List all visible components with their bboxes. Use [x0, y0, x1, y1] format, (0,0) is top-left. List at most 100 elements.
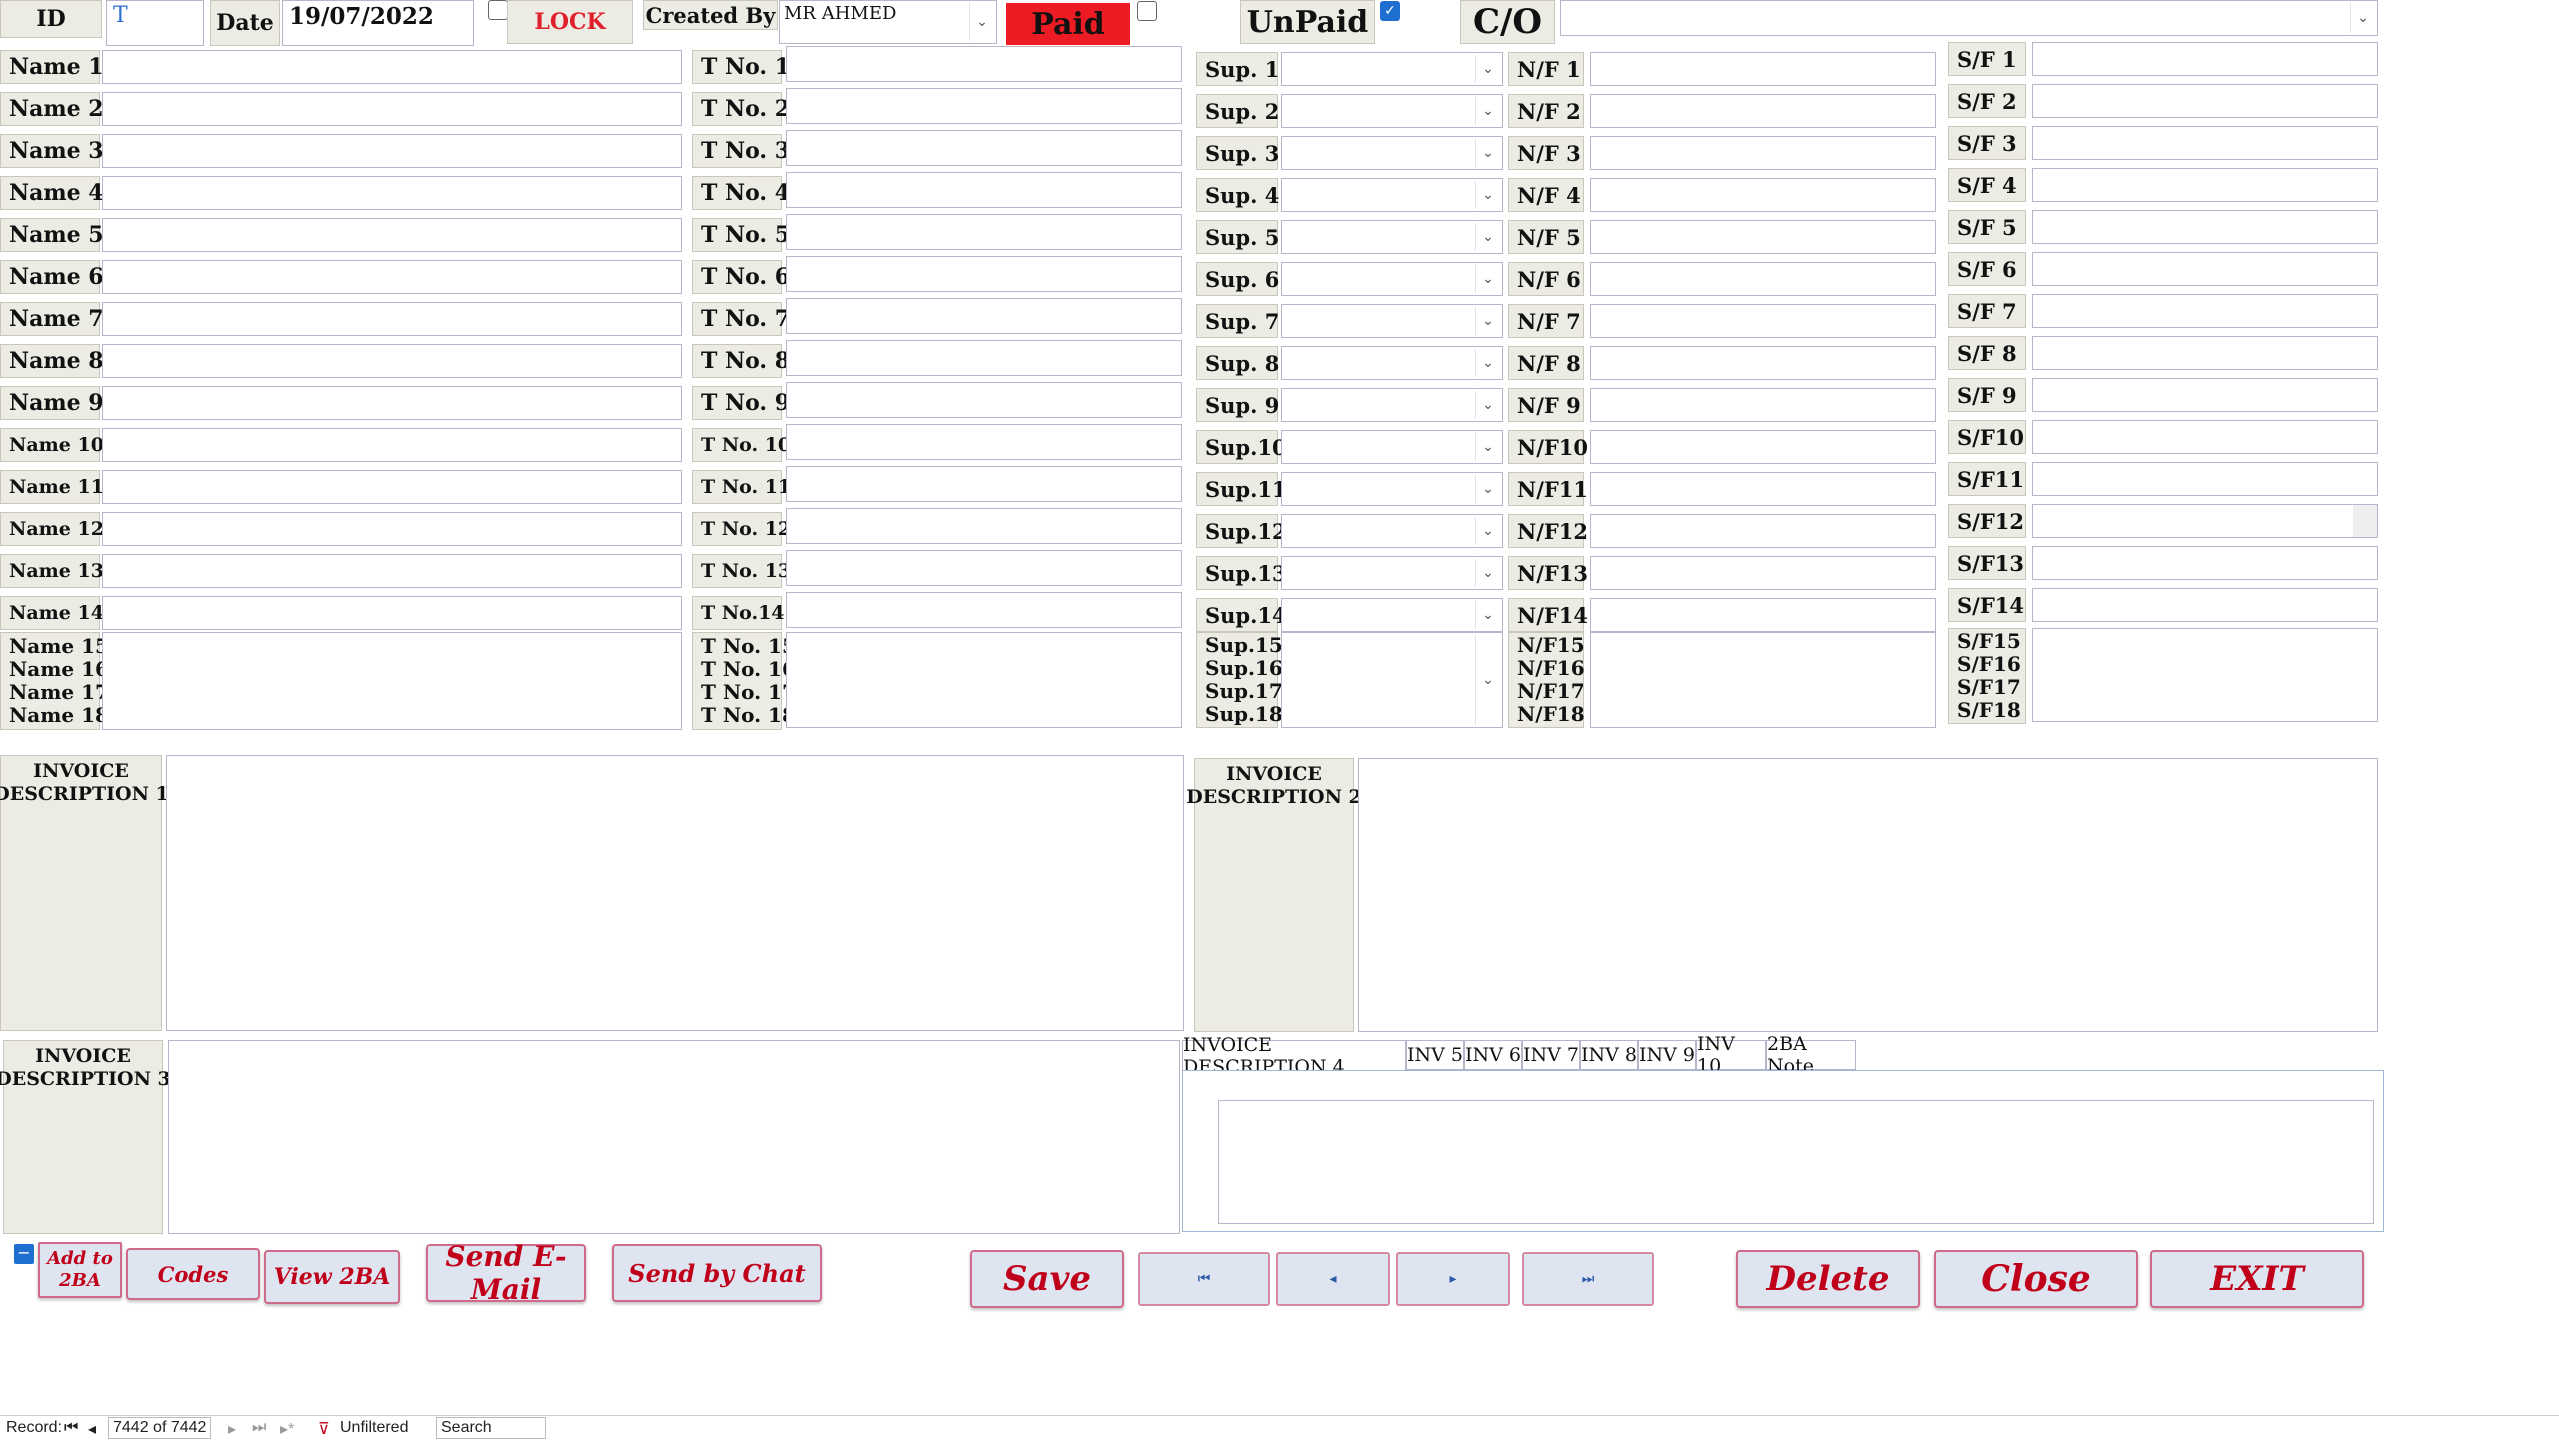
chevron-down-icon[interactable]: ⌄: [1475, 55, 1500, 83]
sup-combo-9[interactable]: ⌄: [1281, 388, 1503, 422]
sf-field-9[interactable]: [2032, 378, 2378, 412]
sup-combo-8[interactable]: ⌄: [1281, 346, 1503, 380]
sup-group-combo[interactable]: ⌄: [1281, 632, 1503, 728]
nf-field-3[interactable]: [1590, 136, 1936, 170]
tno-field-12[interactable]: [786, 508, 1182, 544]
chevron-down-icon[interactable]: ⌄: [1475, 559, 1500, 587]
name-field-4[interactable]: [102, 176, 682, 210]
sup-combo-13[interactable]: ⌄: [1281, 556, 1503, 590]
sf-field-8[interactable]: [2032, 336, 2378, 370]
name-field-5[interactable]: [102, 218, 682, 252]
tno-field-4[interactable]: [786, 172, 1182, 208]
tab-invoice-description-4[interactable]: INVOICE DESCRIPTION 4: [1182, 1034, 1406, 1078]
name-field-14[interactable]: [102, 596, 682, 630]
send-by-chat-button[interactable]: Send by Chat: [612, 1244, 822, 1302]
chevron-down-icon[interactable]: ⌄: [1475, 433, 1500, 461]
tab-2ba-note[interactable]: 2BA Note: [1766, 1033, 1856, 1077]
sf-field-12[interactable]: [2032, 504, 2378, 538]
unpaid-checkbox[interactable]: ✓: [1380, 1, 1400, 21]
tno-field-8[interactable]: [786, 340, 1182, 376]
delete-button[interactable]: Delete: [1736, 1250, 1920, 1308]
name-group-field[interactable]: [102, 632, 682, 730]
invoice-desc1-field[interactable]: [166, 755, 1184, 1031]
new-record-icon[interactable]: ▸*: [280, 1419, 294, 1439]
name-field-3[interactable]: [102, 134, 682, 168]
sup-combo-7[interactable]: ⌄: [1281, 304, 1503, 338]
nf-field-1[interactable]: [1590, 52, 1936, 86]
sup-combo-14[interactable]: ⌄: [1281, 598, 1503, 632]
chevron-down-icon[interactable]: ⌄: [1475, 635, 1500, 725]
record-counter[interactable]: 7442 of 7442: [108, 1417, 212, 1439]
sf-field-14[interactable]: [2032, 588, 2378, 622]
nf-field-4[interactable]: [1590, 178, 1936, 212]
chevron-down-icon[interactable]: ⌄: [1475, 307, 1500, 335]
name-field-11[interactable]: [102, 470, 682, 504]
chevron-down-icon[interactable]: ⌄: [1475, 181, 1500, 209]
sf-field-10[interactable]: [2032, 420, 2378, 454]
tno-field-7[interactable]: [786, 298, 1182, 334]
nf-field-14[interactable]: [1590, 598, 1936, 632]
tno-field-14[interactable]: [786, 592, 1182, 628]
filter-status[interactable]: Unfiltered: [340, 1419, 408, 1437]
paid-badge[interactable]: Paid: [1006, 3, 1130, 45]
nf-field-10[interactable]: [1590, 430, 1936, 464]
date-field[interactable]: 19/07/2022: [282, 0, 474, 46]
id-field[interactable]: T: [106, 0, 204, 46]
co-combo[interactable]: ⌄: [1560, 0, 2378, 36]
invoice-desc2-field[interactable]: [1358, 758, 2378, 1032]
tab-inv-5[interactable]: INV 5: [1406, 1040, 1464, 1070]
last-record-button[interactable]: ⏭: [1522, 1252, 1654, 1306]
sup-combo-2[interactable]: ⌄: [1281, 94, 1503, 128]
tno-field-2[interactable]: [786, 88, 1182, 124]
close-button[interactable]: Close: [1934, 1250, 2138, 1308]
name-field-7[interactable]: [102, 302, 682, 336]
sup-combo-10[interactable]: ⌄: [1281, 430, 1503, 464]
tab-inv-6[interactable]: INV 6: [1464, 1040, 1522, 1070]
sf-field-11[interactable]: [2032, 462, 2378, 496]
save-button[interactable]: Save: [970, 1250, 1124, 1308]
previous-record-button[interactable]: ◂: [1276, 1252, 1390, 1306]
invoice-desc4-field[interactable]: [1218, 1100, 2374, 1224]
tno-field-6[interactable]: [786, 256, 1182, 292]
last-record-icon[interactable]: ⏭: [252, 1419, 266, 1437]
nf-field-2[interactable]: [1590, 94, 1936, 128]
sup-combo-6[interactable]: ⌄: [1281, 262, 1503, 296]
chevron-down-icon[interactable]: ⌄: [1475, 97, 1500, 125]
send-email-button[interactable]: Send E-Mail: [426, 1240, 586, 1306]
tab-inv-8[interactable]: INV 8: [1580, 1040, 1638, 1070]
nf-field-7[interactable]: [1590, 304, 1936, 338]
chevron-down-icon[interactable]: ⌄: [1475, 475, 1500, 503]
nf-field-6[interactable]: [1590, 262, 1936, 296]
chevron-down-icon[interactable]: ⌄: [1475, 391, 1500, 419]
name-field-12[interactable]: [102, 512, 682, 546]
sf-field-7[interactable]: [2032, 294, 2378, 328]
tno-field-13[interactable]: [786, 550, 1182, 586]
created-by-combo[interactable]: MR AHMED ⌄: [779, 0, 997, 44]
tab-inv-7[interactable]: INV 7: [1522, 1040, 1580, 1070]
name-field-8[interactable]: [102, 344, 682, 378]
tab-inv-10[interactable]: INV 10: [1696, 1033, 1766, 1077]
sf-field-2[interactable]: [2032, 84, 2378, 118]
lock-button[interactable]: LOCK: [507, 0, 633, 44]
paid-checkbox[interactable]: [1137, 1, 1157, 21]
sup-combo-1[interactable]: ⌄: [1281, 52, 1503, 86]
nf-field-5[interactable]: [1590, 220, 1936, 254]
lock-checkbox[interactable]: [488, 0, 508, 20]
sf-group-field[interactable]: [2032, 628, 2378, 722]
tno-field-1[interactable]: [786, 46, 1182, 82]
sup-combo-12[interactable]: ⌄: [1281, 514, 1503, 548]
sf-field-1[interactable]: [2032, 42, 2378, 76]
chevron-down-icon[interactable]: ⌄: [1475, 139, 1500, 167]
exit-button[interactable]: EXIT: [2150, 1250, 2364, 1308]
tno-field-11[interactable]: [786, 466, 1182, 502]
name-field-13[interactable]: [102, 554, 682, 588]
nf-field-12[interactable]: [1590, 514, 1936, 548]
add-to-2ba-button[interactable]: Add to 2BA: [38, 1242, 122, 1298]
sup-combo-5[interactable]: ⌄: [1281, 220, 1503, 254]
name-field-1[interactable]: [102, 50, 682, 84]
previous-record-icon[interactable]: ◂: [88, 1419, 96, 1439]
chevron-down-icon[interactable]: ⌄: [1475, 265, 1500, 293]
next-record-button[interactable]: ▸: [1396, 1252, 1510, 1306]
first-record-button[interactable]: ⏮: [1138, 1252, 1270, 1306]
nf-group-field[interactable]: [1590, 632, 1936, 728]
